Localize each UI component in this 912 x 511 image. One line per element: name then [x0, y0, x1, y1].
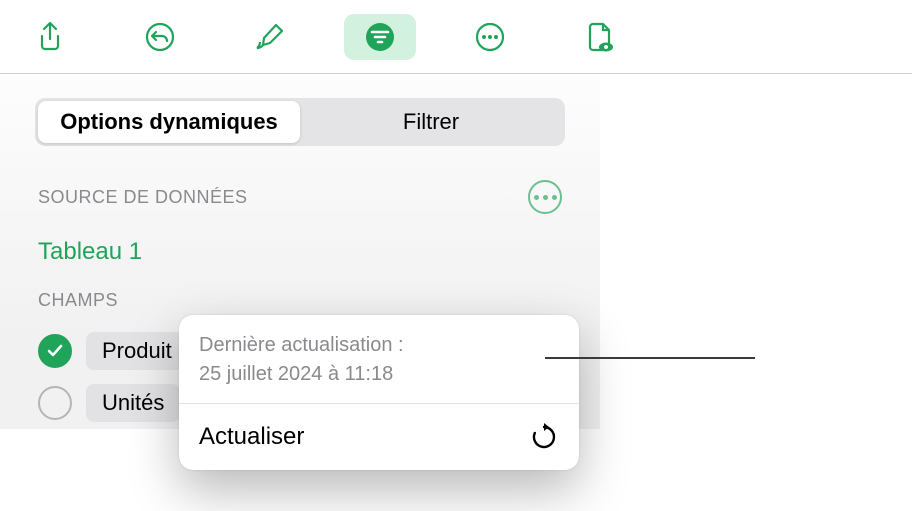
field-check-produit[interactable]	[38, 334, 72, 368]
filter-icon	[364, 21, 396, 53]
last-update-block: Dernière actualisation : 25 juillet 2024…	[179, 315, 579, 403]
undo-icon	[144, 21, 176, 53]
format-brush-button[interactable]	[234, 14, 306, 60]
check-icon	[46, 342, 64, 360]
view-button[interactable]	[564, 14, 636, 60]
last-update-value: 25 juillet 2024 à 11:18	[199, 360, 559, 389]
more-icon	[474, 21, 506, 53]
segmented-control: Options dynamiques Filtrer	[35, 98, 565, 146]
inspector-panel: Options dynamiques Filtrer SOURCE DE DON…	[0, 74, 600, 429]
tab-filter[interactable]: Filtrer	[300, 101, 562, 143]
undo-button[interactable]	[124, 14, 196, 60]
data-source-name[interactable]: Tableau 1	[14, 224, 586, 290]
refresh-label: Actualiser	[199, 423, 304, 451]
field-label-unites: Unités	[86, 384, 180, 422]
share-icon	[34, 21, 66, 53]
toolbar	[0, 0, 912, 74]
app-root: Options dynamiques Filtrer SOURCE DE DON…	[0, 0, 912, 511]
organize-button[interactable]	[344, 14, 416, 60]
section-data-source: SOURCE DE DONNÉES	[14, 180, 586, 224]
refresh-icon	[529, 422, 559, 452]
refresh-popover: Dernière actualisation : 25 juillet 2024…	[179, 315, 579, 470]
callout-line	[545, 357, 755, 359]
section-label-data-source: SOURCE DE DONNÉES	[38, 187, 248, 208]
doc-eye-icon	[584, 21, 616, 53]
field-label-produit: Produit	[86, 332, 188, 370]
last-update-label: Dernière actualisation :	[199, 331, 559, 360]
data-source-options-button[interactable]	[528, 180, 562, 214]
refresh-row[interactable]: Actualiser	[179, 403, 579, 470]
field-check-unites[interactable]	[38, 386, 72, 420]
more-button[interactable]	[454, 14, 526, 60]
share-button[interactable]	[14, 14, 86, 60]
tab-dynamic-options[interactable]: Options dynamiques	[38, 101, 300, 143]
brush-icon	[254, 21, 286, 53]
